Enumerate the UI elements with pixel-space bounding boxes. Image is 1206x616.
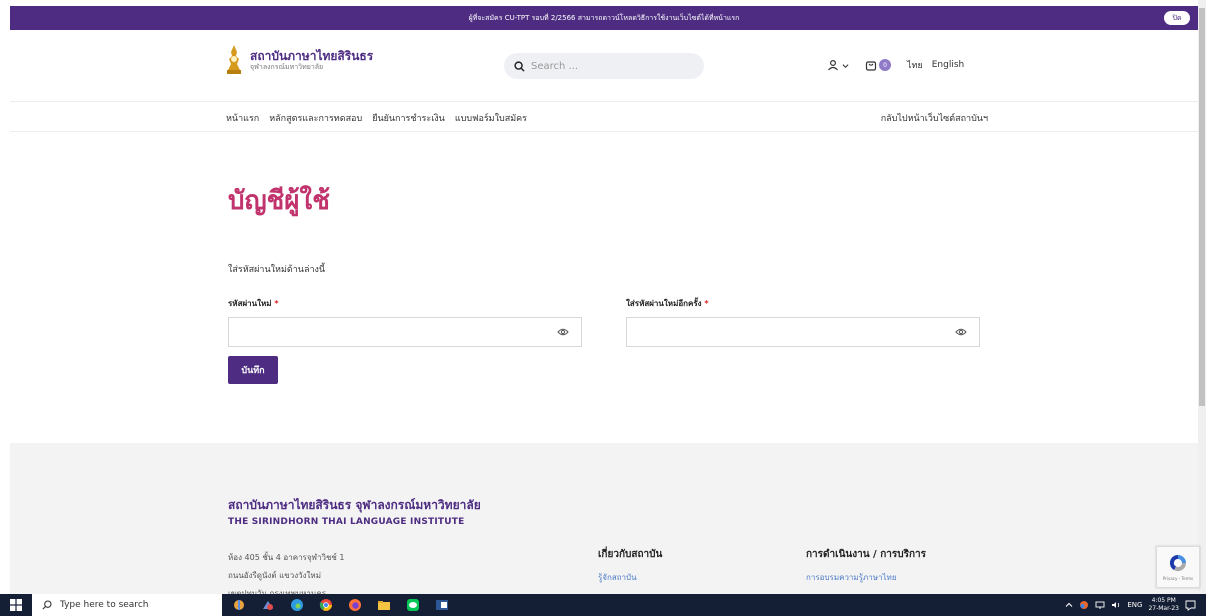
confirm-password-label: ใส่รหัสผ่านใหม่อีกครั้ง *	[626, 297, 709, 310]
taskbar-line[interactable]	[404, 596, 422, 614]
logo-subtitle: จุฬาลงกรณ์มหาวิทยาลัย	[250, 62, 324, 71]
folder-icon	[378, 601, 390, 610]
taskbar-file-explorer[interactable]	[375, 596, 393, 614]
taskbar-app-1[interactable]	[230, 596, 248, 614]
clock-time: 4:05 PM	[1151, 597, 1176, 604]
edge-browser-icon	[291, 599, 303, 611]
page-title: บัญชีผู้ใช้	[228, 186, 330, 216]
address-line: ถนนอังรีดูนังต์ แขวงวังใหม่	[228, 571, 321, 580]
recaptcha-text[interactable]: Privacy - Terms	[1163, 576, 1193, 581]
word-app-icon	[436, 600, 448, 610]
windows-logo-icon	[10, 599, 22, 611]
confirm-password-field[interactable]	[626, 317, 980, 347]
chrome-browser-icon	[319, 599, 332, 611]
chevron-down-icon	[842, 63, 849, 68]
tray-app-icon[interactable]	[1079, 600, 1089, 610]
search-icon	[514, 60, 525, 72]
footer-link-about-institute[interactable]: รู้จักสถาบัน	[598, 571, 662, 584]
line-app-icon	[407, 599, 419, 611]
cart-count-badge: 0	[879, 59, 891, 71]
footer-link-thai-training[interactable]: การอบรมความรู้ภาษาไทย	[806, 571, 926, 584]
new-password-field[interactable]	[228, 317, 582, 347]
new-password-label: รหัสผ่านใหม่ *	[228, 297, 279, 310]
taskbar-app-2[interactable]	[259, 596, 277, 614]
chevron-up-icon[interactable]	[1065, 601, 1073, 609]
clock-date: 27-Mar-23	[1148, 605, 1179, 612]
nav-item-home[interactable]: หน้าแรก	[226, 111, 259, 125]
nav-back-to-institute-link[interactable]: กลับไปหน้าเว็บไซต์สถาบันฯ	[881, 111, 988, 125]
announcement-text[interactable]: ผู้ที่จะสมัคร CU-TPT รอบที่ 2/2566 สามาร…	[469, 13, 740, 24]
cart-icon	[865, 61, 877, 71]
site-logo[interactable]: สถาบันภาษาไทยสิรินธร จุฬาลงกรณ์มหาวิทยาล…	[224, 44, 373, 76]
save-button[interactable]: บันทึก	[228, 356, 278, 384]
new-password-label-text: รหัสผ่านใหม่	[228, 299, 272, 308]
taskbar-search-placeholder: Type here to search	[60, 600, 149, 610]
footer-column-about: เกี่ยวกับสถาบัน รู้จักสถาบัน	[598, 547, 662, 584]
announcement-close-button[interactable]: ปิด	[1164, 11, 1190, 25]
nav-item-payment[interactable]: ยืนยันการชำระเงิน	[372, 111, 445, 125]
system-tray: ENG 4:05 PM 27-Mar-23	[1065, 594, 1196, 616]
notification-icon[interactable]	[1185, 600, 1196, 611]
browser-page: ผู้ที่จะสมัคร CU-TPT รอบที่ 2/2566 สามาร…	[0, 0, 1206, 616]
footer-heading-about: เกี่ยวกับสถาบัน	[598, 549, 663, 560]
taskbar-clock[interactable]: 4:05 PM 27-Mar-23	[1148, 597, 1179, 613]
announcement-bar: ผู้ที่จะสมัคร CU-TPT รอบที่ 2/2566 สามาร…	[10, 6, 1198, 30]
snip-tool-icon	[263, 601, 273, 610]
required-mark: *	[274, 299, 279, 308]
volume-icon[interactable]	[1111, 600, 1121, 610]
app-icon	[234, 600, 244, 610]
site-footer: สถาบันภาษาไทยสิรินธร จุฬาลงกรณ์มหาวิทยาล…	[10, 443, 1198, 598]
language-english[interactable]: English	[932, 60, 965, 70]
instruction-text: ใส่รหัสผ่านใหม่ด้านล่างนี้	[228, 265, 326, 275]
cart-button[interactable]: 0	[865, 59, 891, 71]
search-placeholder: Search ...	[531, 60, 579, 72]
nav-item-application-form[interactable]: แบบฟอร์มใบสมัคร	[455, 111, 527, 125]
start-button[interactable]	[0, 594, 32, 616]
language-indicator[interactable]: ENG	[1127, 601, 1142, 609]
taskbar-search-box[interactable]: Type here to search	[32, 594, 222, 616]
footer-org-name-th: สถาบันภาษาไทยสิรินธร จุฬาลงกรณ์มหาวิทยาล…	[228, 498, 481, 512]
footer-org-name-en: THE SIRINDHORN THAI LANGUAGE INSTITUTE	[228, 517, 465, 527]
windows-taskbar: Type here to search ENG 4:05 PM 27-Mar-2…	[0, 594, 1206, 616]
header-actions: 0 ไทย English	[827, 58, 964, 72]
search-input[interactable]: Search ...	[504, 53, 704, 79]
taskbar-apps	[230, 596, 451, 614]
logo-title: สถาบันภาษาไทยสิรินธร	[250, 48, 374, 63]
language-thai[interactable]: ไทย	[907, 58, 923, 72]
page-scrollbar[interactable]	[1198, 0, 1206, 594]
confirm-password-label-text: ใส่รหัสผ่านใหม่อีกครั้ง	[626, 299, 702, 308]
main-nav: หน้าแรก หลักสูตรและการทดสอบ ยืนยันการชำร…	[10, 102, 1198, 132]
recaptcha-icon	[1169, 554, 1187, 572]
firefox-browser-icon	[349, 599, 361, 611]
site-header: สถาบันภาษาไทยสิรินธร จุฬาลงกรณ์มหาวิทยาล…	[10, 30, 1198, 102]
eye-icon[interactable]	[557, 327, 569, 337]
taskbar-word[interactable]	[433, 596, 451, 614]
network-icon[interactable]	[1095, 600, 1105, 610]
taskbar-firefox[interactable]	[346, 596, 364, 614]
footer-heading-services: การดำเนินงาน / การบริการ	[806, 549, 926, 560]
eye-icon[interactable]	[955, 327, 967, 337]
institute-emblem-icon	[227, 45, 241, 74]
search-icon	[42, 600, 52, 610]
account-menu[interactable]	[827, 59, 849, 71]
user-icon	[828, 59, 838, 71]
recaptcha-badge[interactable]: Privacy - Terms	[1156, 546, 1200, 588]
taskbar-edge[interactable]	[288, 596, 306, 614]
address-line: ห้อง 405 ชั้น 4 อาคารจุฬาวิชช์ 1	[228, 553, 345, 562]
taskbar-chrome[interactable]	[317, 596, 335, 614]
nav-item-courses[interactable]: หลักสูตรและการทดสอบ	[269, 111, 362, 125]
footer-column-services: การดำเนินงาน / การบริการ การอบรมความรู้ภ…	[806, 547, 926, 584]
scrollbar-thumb[interactable]	[1199, 8, 1205, 406]
required-mark: *	[704, 299, 709, 308]
